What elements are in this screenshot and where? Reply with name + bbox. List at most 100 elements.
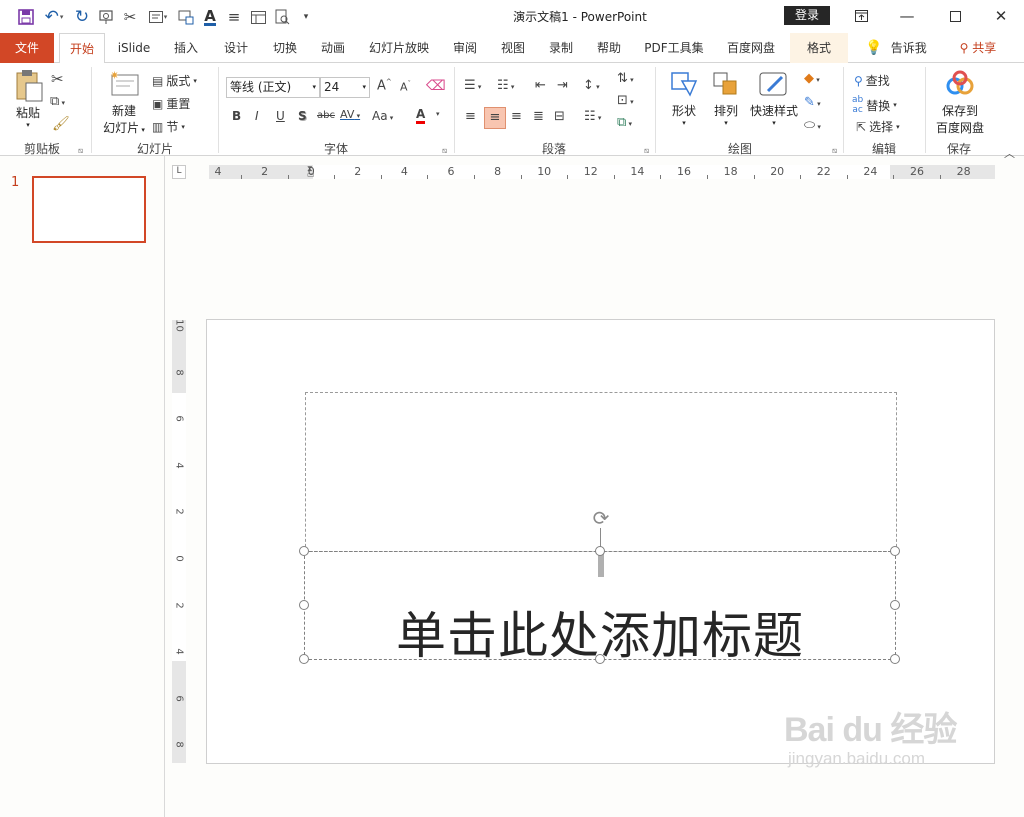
login-button[interactable]: 登录 xyxy=(784,6,830,25)
resize-handle-bottom-left[interactable] xyxy=(299,654,309,664)
find-button[interactable]: ⚲ 查找 xyxy=(854,72,890,89)
underline-button[interactable]: U xyxy=(276,109,285,123)
tab-selector[interactable]: L xyxy=(172,165,186,179)
arrange-button[interactable]: 排列 ▾ xyxy=(706,69,746,127)
shapes-button[interactable]: 形状 ▾ xyxy=(664,69,704,127)
bold-button[interactable]: B xyxy=(232,109,241,123)
change-case-button[interactable]: Aa ▾ xyxy=(372,109,393,123)
new-slide-button[interactable]: ✷ 新建 幻灯片 ▾ xyxy=(98,69,150,136)
copy-icon[interactable]: ⧉ ▾ xyxy=(50,94,65,109)
tab-transitions[interactable]: 切换 xyxy=(263,33,307,63)
collapse-ribbon-icon[interactable]: ︿ xyxy=(1004,145,1015,161)
replace-button[interactable]: ab ac 替换 ▾ xyxy=(852,95,897,115)
text-direction-icon[interactable]: ⇅ ▾ xyxy=(617,71,634,86)
ruler-tick-label: 4 xyxy=(214,165,222,178)
present-from-start-icon[interactable] xyxy=(94,6,118,28)
resize-handle-top-right[interactable] xyxy=(890,546,900,556)
character-spacing-button[interactable]: AV ▾ xyxy=(340,108,360,121)
tab-insert[interactable]: 插入 xyxy=(164,33,208,63)
drawing-launcher-icon[interactable]: ⧅ xyxy=(832,146,837,156)
close-icon[interactable]: ✕ xyxy=(978,0,1024,32)
align-left-icon[interactable]: ≡ xyxy=(465,109,476,124)
resize-handle-top[interactable] xyxy=(595,546,605,556)
tab-islide[interactable]: iSlide xyxy=(112,33,156,63)
tab-animations[interactable]: 动画 xyxy=(311,33,355,63)
cut-icon[interactable]: ✂ xyxy=(51,70,64,88)
undo-icon[interactable]: ↶ ▾ xyxy=(38,6,70,28)
rotate-handle-icon[interactable]: ⟳ xyxy=(590,507,612,529)
paste-button[interactable]: 粘贴 ▾ xyxy=(10,69,46,135)
share-button[interactable]: ⚲ 共享 xyxy=(952,33,1004,63)
tab-baidu-netdisk[interactable]: 百度网盘 xyxy=(718,33,784,63)
table-icon[interactable] xyxy=(246,6,270,28)
customize-icon[interactable]: ▾ xyxy=(294,6,318,28)
resize-handle-right[interactable] xyxy=(890,600,900,610)
quick-styles-button[interactable]: 快速样式 ▾ xyxy=(746,69,802,127)
font-size-combo[interactable]: 24 ▾ xyxy=(320,77,370,98)
tab-help[interactable]: 帮助 xyxy=(587,33,631,63)
select-button[interactable]: ⇱ 选择 ▾ xyxy=(856,118,900,135)
resize-handle-bottom-right[interactable] xyxy=(890,654,900,664)
grow-font-icon[interactable]: A^ xyxy=(377,78,392,93)
tab-view[interactable]: 视图 xyxy=(491,33,535,63)
layout-button[interactable]: ▤ 版式 ▾ xyxy=(152,72,197,89)
tab-home[interactable]: 开始 xyxy=(59,33,105,64)
shape-fill-icon[interactable]: ◆ ▾ xyxy=(804,71,820,86)
lightbulb-icon: 💡 xyxy=(865,40,883,56)
italic-button[interactable]: I xyxy=(255,109,259,123)
align-center-icon[interactable]: ≡ xyxy=(484,107,506,129)
format-painter-icon[interactable]: 🖌 xyxy=(52,116,70,132)
section-button[interactable]: ▥ 节 ▾ xyxy=(152,118,185,135)
clear-formatting-icon[interactable]: ⌫ xyxy=(426,78,446,94)
smartart-icon[interactable]: ⧉ ▾ xyxy=(617,115,632,130)
bullets-icon[interactable]: ☰ ▾ xyxy=(464,78,481,93)
shape-outline-icon[interactable]: ✎ ▾ xyxy=(804,95,821,110)
layout-icon[interactable]: ▾ xyxy=(142,6,174,28)
font-color-button[interactable]: A xyxy=(416,108,426,124)
shape-effects-icon[interactable]: ⬭ ▾ xyxy=(804,118,821,133)
shadow-button[interactable]: S xyxy=(298,109,307,123)
tab-record[interactable]: 录制 xyxy=(539,33,583,63)
cut-icon[interactable]: ✂ xyxy=(118,6,142,28)
align-icon[interactable]: ≡ xyxy=(222,6,246,28)
font-name-combo[interactable]: 等线 (正文) ▾ xyxy=(226,77,320,98)
tell-me-search[interactable]: 💡 告诉我 xyxy=(856,33,936,63)
align-right-icon[interactable]: ≡ xyxy=(511,109,522,124)
font-color-dropdown-icon[interactable]: ▾ xyxy=(436,110,440,118)
slide-thumbnail[interactable] xyxy=(32,176,146,243)
line-spacing-icon[interactable]: ↕ ▾ xyxy=(583,78,600,93)
tab-slideshow[interactable]: 幻灯片放映 xyxy=(362,33,436,63)
reset-button[interactable]: ▣ 重置 xyxy=(152,95,190,112)
decrease-indent-icon[interactable]: ⇤ xyxy=(535,78,546,93)
tab-format[interactable]: 格式 xyxy=(790,33,848,63)
clipboard-launcher-icon[interactable]: ⧅ xyxy=(78,146,83,156)
preview-icon[interactable] xyxy=(270,6,294,28)
save-to-baidu-button[interactable]: 保存到 百度网盘 xyxy=(932,69,988,136)
increase-indent-icon[interactable]: ⇥ xyxy=(557,78,568,93)
align-text-icon[interactable]: ⊡ ▾ xyxy=(617,93,634,108)
maximize-icon[interactable] xyxy=(932,0,978,32)
columns-icon[interactable]: ☷ ▾ xyxy=(584,109,601,124)
redo-icon[interactable]: ↻ xyxy=(70,6,94,28)
screenshot-icon[interactable] xyxy=(174,6,198,28)
numbering-icon[interactable]: ☷ ▾ xyxy=(497,78,514,93)
ribbon-display-options-icon[interactable] xyxy=(838,0,884,32)
slide-thumbnail-panel xyxy=(0,156,165,817)
tab-design[interactable]: 设计 xyxy=(214,33,258,63)
paragraph-launcher-icon[interactable]: ⧅ xyxy=(644,146,649,156)
resize-handle-left[interactable] xyxy=(299,600,309,610)
ruler-tick-label: 26 xyxy=(910,165,924,178)
shrink-font-icon[interactable]: Aˇ xyxy=(400,80,411,94)
tab-file[interactable]: 文件 xyxy=(0,33,54,63)
justify-icon[interactable]: ≣ xyxy=(533,109,544,124)
tab-pdf-tools[interactable]: PDF工具集 xyxy=(638,33,710,63)
font-launcher-icon[interactable]: ⧅ xyxy=(442,146,447,156)
tab-review[interactable]: 审阅 xyxy=(443,33,487,63)
resize-handle-top-left[interactable] xyxy=(299,546,309,556)
minimize-icon[interactable]: — xyxy=(884,0,930,32)
distributed-icon[interactable]: ⊟ xyxy=(554,109,565,124)
resize-handle-bottom[interactable] xyxy=(595,654,605,664)
font-color-icon[interactable]: A xyxy=(198,6,222,28)
save-icon[interactable] xyxy=(14,6,38,28)
strikethrough-button[interactable]: abc xyxy=(317,110,335,121)
